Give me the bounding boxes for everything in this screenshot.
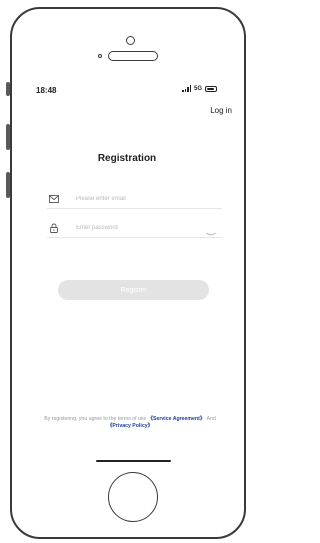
home-indicator [96, 460, 171, 462]
speaker-grille [108, 51, 158, 61]
home-button[interactable] [108, 472, 158, 522]
sensor-icon [98, 54, 102, 58]
mail-icon [47, 194, 61, 204]
email-field [47, 190, 222, 209]
signal-icon [182, 85, 191, 92]
service-agreement-link[interactable]: 《Service Agreement》 [148, 416, 205, 422]
phone-frame: 18:48 5G Log in Registration Please ente… [0, 0, 254, 543]
terms-and: And [206, 416, 216, 422]
terms-notice: By registering, you agree to the terms o… [40, 416, 220, 430]
password-input[interactable] [76, 225, 196, 231]
login-link[interactable]: Log in [210, 106, 232, 115]
lock-icon [47, 223, 61, 233]
page-title: Registration [97, 153, 157, 164]
status-time: 18:48 [36, 86, 57, 95]
privacy-policy-link[interactable]: 《Privacy Policy》 [107, 423, 153, 429]
eye-closed-icon[interactable] [206, 224, 216, 242]
register-button[interactable]: Register [58, 280, 209, 300]
status-icons: 5G [182, 85, 218, 92]
battery-icon [205, 85, 218, 92]
network-label: 5G [194, 85, 203, 92]
terms-prefix: By registering, you agree to the terms o… [44, 416, 147, 422]
camera-icon [126, 36, 135, 45]
email-input[interactable] [76, 196, 196, 202]
password-field [47, 219, 222, 238]
